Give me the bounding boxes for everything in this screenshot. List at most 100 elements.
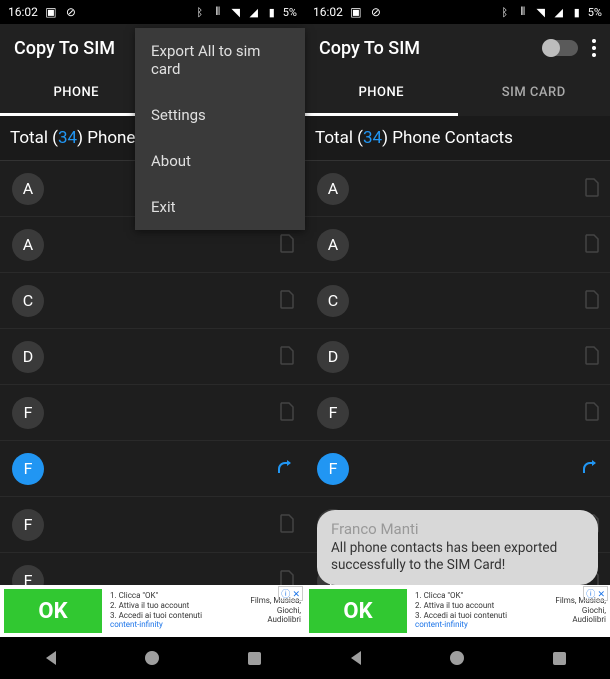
signal-icon: ◢ [552,5,566,19]
nav-bar [305,637,610,679]
overflow-button[interactable] [592,39,596,57]
dnd-icon: ⊘ [369,5,383,19]
avatar: D [317,341,349,373]
screen-left: 16:02 ▣ ⊘ ᛒ ⫴ ◥ ◢ ▮ 5% Copy To SIM PHONE… [0,0,305,679]
ad-ok-button[interactable]: OK [309,589,407,633]
sim-icon[interactable] [279,513,295,537]
avatar: A [317,229,349,261]
menu-about[interactable]: About [135,138,305,184]
bluetooth-icon: ᛒ [498,5,512,19]
sim-icon[interactable] [279,233,295,257]
sim-icon[interactable] [584,345,600,369]
toggle-switch[interactable] [544,40,578,56]
list-item[interactable]: D [305,329,610,385]
avatar: F [317,397,349,429]
avatar: F [12,509,44,541]
menu-settings[interactable]: Settings [135,92,305,138]
dnd-icon: ⊘ [64,5,78,19]
vibrate-icon: ⫴ [516,5,530,19]
avatar: F [317,453,349,485]
total-count: 34 [363,128,382,148]
avatar: C [12,285,44,317]
app-title: Copy To SIM [319,38,420,59]
avatar: F [12,453,44,485]
list-item[interactable]: F [305,441,610,497]
nav-home-button[interactable] [437,643,477,673]
status-bar: 16:02 ▣ ⊘ ᛒ ⫴ ◥ ◢ ▮ 5% [0,0,305,24]
battery-icon: ▮ [265,5,279,19]
share-icon[interactable] [582,459,600,479]
nav-recent-button[interactable] [234,643,274,673]
sim-icon[interactable] [584,401,600,425]
sim-icon[interactable] [584,177,600,201]
list-item[interactable]: A [305,217,610,273]
total-prefix: Total ( [315,128,363,148]
avatar: D [12,341,44,373]
total-row: Total (34) Phone Contacts [305,116,610,161]
avatar: C [317,285,349,317]
list-item[interactable]: F [0,385,305,441]
sim-icon[interactable] [584,233,600,257]
list-item[interactable]: D [0,329,305,385]
ad-close-icon[interactable]: ⓘ ✕ [583,586,608,601]
wifi-icon: ◥ [229,5,243,19]
ad-banner[interactable]: OK 1. Clicca "OK" 2. Attiva il tuo accou… [305,585,610,637]
battery-percent: 5% [588,6,602,19]
app-bar: Copy To SIM [305,24,610,72]
ad-ok-button[interactable]: OK [4,589,102,633]
status-time: 16:02 [313,5,343,19]
image-icon: ▣ [44,5,58,19]
app-title: Copy To SIM [14,38,115,59]
signal-icon: ◢ [247,5,261,19]
nav-home-button[interactable] [132,643,172,673]
menu-exit[interactable]: Exit [135,184,305,230]
avatar: A [12,229,44,261]
list-item[interactable]: A [305,161,610,217]
list-item[interactable]: C [0,273,305,329]
total-suffix: ) Phone Contacts [382,128,513,148]
list-item[interactable]: C [305,273,610,329]
list-item[interactable]: F [0,497,305,553]
image-icon: ▣ [349,5,363,19]
avatar: F [12,397,44,429]
status-bar: 16:02 ▣ ⊘ ᛒ ⫴ ◥ ◢ ▮ 5% [305,0,610,24]
tab-sim-card[interactable]: SIM CARD [458,72,610,116]
ad-close-icon[interactable]: ⓘ ✕ [278,586,303,601]
total-count: 34 [58,128,77,148]
screen-right: 16:02 ▣ ⊘ ᛒ ⫴ ◥ ◢ ▮ 5% Copy To SIM PHONE… [305,0,610,679]
sim-icon[interactable] [279,345,295,369]
sim-icon[interactable] [584,289,600,313]
toast-contact-name: Franco Manti [331,520,584,538]
ad-text: 1. Clicca "OK" 2. Attiva il tuo account … [411,592,511,630]
vibrate-icon: ⫴ [211,5,225,19]
avatar: F [12,565,44,586]
toast: Franco Manti All phone contacts has been… [317,510,598,585]
nav-recent-button[interactable] [539,643,579,673]
total-prefix: Total ( [10,128,58,148]
sim-icon[interactable] [279,569,295,586]
tabs: PHONE SIM CARD [305,72,610,116]
toast-message: All phone contacts has been exported suc… [331,540,584,575]
nav-back-button[interactable] [31,643,71,673]
nav-back-button[interactable] [336,643,376,673]
ad-banner[interactable]: OK 1. Clicca "OK" 2. Attiva il tuo accou… [0,585,305,637]
share-icon[interactable] [277,459,295,479]
menu-export[interactable]: Export All to sim card [135,28,305,92]
sim-icon[interactable] [279,289,295,313]
avatar: A [317,173,349,205]
overflow-menu: Export All to sim card Settings About Ex… [135,28,305,230]
bluetooth-icon: ᛒ [193,5,207,19]
tab-phone[interactable]: PHONE [0,72,153,116]
sim-icon[interactable] [279,401,295,425]
ad-text: 1. Clicca "OK" 2. Attiva il tuo account … [106,592,206,630]
battery-percent: 5% [283,6,297,19]
list-item[interactable]: F [0,553,305,585]
wifi-icon: ◥ [534,5,548,19]
ad-text-right: Films, Musica, Giochi, Audiolibri [551,597,610,625]
nav-bar [0,637,305,679]
tab-phone[interactable]: PHONE [305,72,458,116]
list-item[interactable]: F [0,441,305,497]
ad-text-right: Films, Musica, Giochi, Audiolibri [246,597,305,625]
status-time: 16:02 [8,5,38,19]
list-item[interactable]: F [305,385,610,441]
